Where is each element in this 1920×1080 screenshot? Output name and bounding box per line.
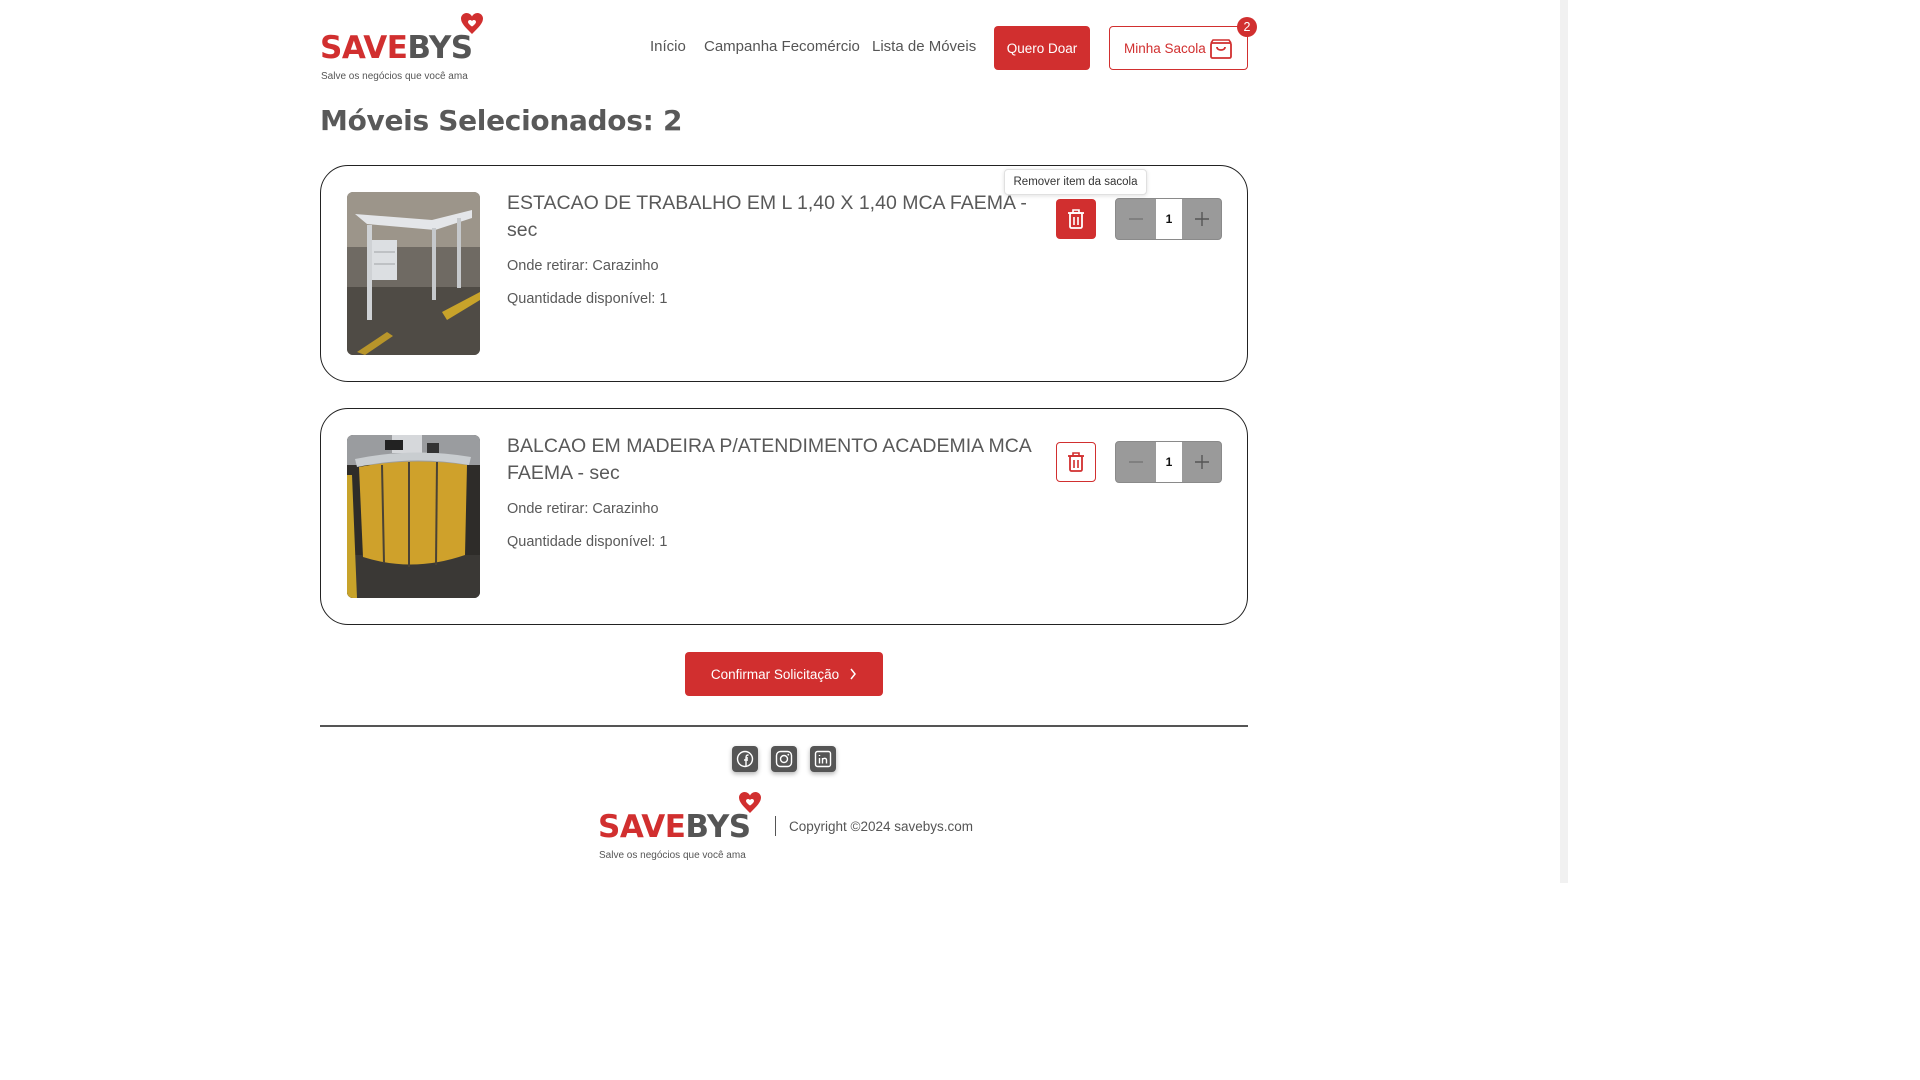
quantity-value[interactable]: 1	[1156, 199, 1182, 239]
confirm-request-label: Confirmar Solicitação	[710, 666, 840, 682]
cart-item-card: ESTACAO DE TRABALHO EM L 1,40 X 1,40 MCA…	[320, 165, 1248, 382]
footer-divider	[320, 725, 1248, 727]
nav-link-campanha[interactable]: Campanha Fecomércio	[704, 38, 860, 55]
item-photo	[347, 435, 480, 598]
quantity-stepper: 1	[1115, 441, 1222, 483]
copyright-text: Copyright ©2024 savebys.com	[789, 819, 974, 834]
minus-icon	[1129, 218, 1143, 220]
item-pickup-location: Onde retirar: Carazinho	[507, 501, 659, 517]
increase-quantity-button[interactable]	[1182, 442, 1221, 482]
item-available-quantity: Quantidade disponível: 1	[507, 534, 668, 550]
remove-item-button[interactable]	[1056, 199, 1096, 239]
linkedin-icon	[814, 750, 832, 768]
donate-button[interactable]: Quero Doar	[994, 26, 1090, 70]
footer-logo[interactable]: SAVEBYS Salve os negócios que você ama	[598, 791, 768, 865]
decrease-quantity-button[interactable]	[1116, 442, 1156, 482]
plus-icon	[1195, 455, 1209, 469]
quantity-stepper: 1	[1115, 198, 1222, 240]
logo-wordmark: SAVEBYS	[320, 30, 473, 66]
page-scrollbar[interactable]	[1560, 0, 1568, 883]
facebook-icon	[736, 750, 754, 768]
remove-item-tooltip: Remover item da sacola	[1004, 169, 1147, 195]
instagram-link[interactable]	[771, 746, 797, 772]
shopping-bag-icon	[1210, 39, 1232, 59]
instagram-icon	[775, 750, 793, 768]
heart-icon	[739, 792, 761, 813]
confirm-request-button[interactable]: Confirmar Solicitação	[685, 652, 883, 696]
logo-wordmark: SAVEBYS	[598, 809, 751, 845]
logo-tagline: Salve os negócios que você ama	[321, 71, 468, 82]
nav-link-lista-moveis[interactable]: Lista de Móveis	[872, 38, 976, 55]
minus-icon	[1129, 461, 1143, 463]
bag-button[interactable]: Minha Sacola	[1109, 26, 1248, 70]
item-available-quantity: Quantidade disponível: 1	[507, 291, 668, 307]
facebook-link[interactable]	[732, 746, 758, 772]
footer-separator	[775, 816, 776, 836]
item-photo	[347, 192, 480, 355]
chevron-right-icon	[850, 668, 857, 680]
quantity-value[interactable]: 1	[1156, 442, 1182, 482]
logo-tagline: Salve os negócios que você ama	[599, 850, 746, 861]
trash-icon	[1068, 209, 1084, 229]
item-name: ESTACAO DE TRABALHO EM L 1,40 X 1,40 MCA…	[507, 192, 1027, 241]
remove-item-button[interactable]	[1056, 442, 1096, 482]
item-name: BALCAO EM MADEIRA P/ATENDIMENTO ACADEMIA…	[507, 435, 1031, 484]
item-pickup-location: Onde retirar: Carazinho	[507, 258, 659, 274]
nav-link-inicio[interactable]: Início	[650, 38, 686, 55]
page-title: Móveis Selecionados: 2	[320, 104, 683, 137]
decrease-quantity-button[interactable]	[1116, 199, 1156, 239]
increase-quantity-button[interactable]	[1182, 199, 1221, 239]
linkedin-link[interactable]	[810, 746, 836, 772]
plus-icon	[1195, 212, 1209, 226]
heart-icon	[461, 13, 483, 34]
bag-button-label: Minha Sacola	[1124, 40, 1206, 56]
cart-item-card: BALCAO EM MADEIRA P/ATENDIMENTO ACADEMIA…	[320, 408, 1248, 625]
bag-count-badge: 2	[1237, 17, 1257, 37]
header-logo[interactable]: SAVEBYS Salve os negócios que você ama	[320, 12, 490, 86]
trash-icon	[1068, 452, 1084, 472]
